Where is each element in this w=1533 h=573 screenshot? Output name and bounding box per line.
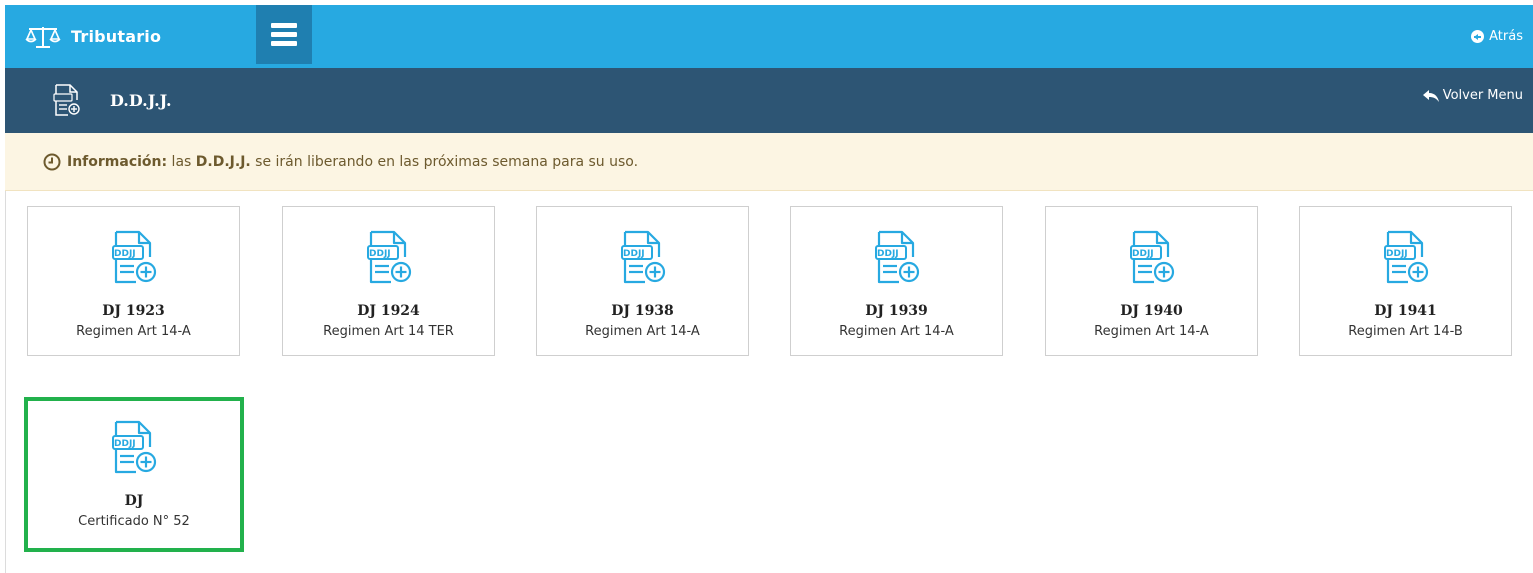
card-title: DJ	[124, 493, 144, 509]
card-subtitle: Certificado N° 52	[78, 514, 190, 529]
card-title: DJ 1938	[611, 303, 674, 319]
ddjj-document-icon	[53, 84, 80, 116]
ddjj-card-1941[interactable]: DDJJ DJ 1941 Regimen Art 14-B	[1299, 206, 1512, 356]
alert-highlight: D.D.J.J.	[195, 153, 251, 170]
ddjj-add-document-icon: DDJJ	[361, 229, 417, 285]
card-subtitle: Regimen Art 14-A	[585, 324, 700, 339]
return-menu-label: Volver Menu	[1442, 88, 1523, 103]
ddjj-card-1924[interactable]: DDJJ DJ 1924 Regimen Art 14 TER	[282, 206, 495, 356]
hamburger-icon	[271, 19, 297, 50]
ddjj-add-document-icon: DDJJ	[1124, 229, 1180, 285]
back-label: Atrás	[1489, 29, 1523, 44]
alert-label: Información:	[67, 153, 168, 170]
alert-text-after: se irán liberando en las próximas semana…	[250, 153, 639, 170]
page-title: D.D.J.J.	[110, 91, 172, 110]
info-alert: Información: las D.D.J.J. se irán libera…	[5, 133, 1533, 191]
card-subtitle: Regimen Art 14-B	[1348, 324, 1463, 339]
app-title: Tributario	[71, 27, 162, 46]
arrow-left-circle-icon	[1471, 30, 1485, 43]
svg-text:DDJJ: DDJJ	[877, 249, 899, 259]
alert-message: Información: las D.D.J.J. se irán libera…	[67, 154, 638, 170]
svg-text:DDJJ: DDJJ	[1386, 249, 1408, 259]
top-navbar: Tributario Atrás	[5, 5, 1533, 68]
scales-icon	[25, 26, 61, 48]
card-subtitle: Regimen Art 14-A	[76, 324, 191, 339]
content-left-border	[5, 191, 6, 573]
ddjj-card-1939[interactable]: DDJJ DJ 1939 Regimen Art 14-A	[790, 206, 1003, 356]
card-title: DJ 1940	[1120, 303, 1183, 319]
card-title: DJ 1923	[102, 303, 165, 319]
ddjj-add-document-icon: DDJJ	[106, 419, 162, 475]
ddjj-add-document-icon: DDJJ	[106, 229, 162, 285]
ddjj-add-document-icon: DDJJ	[615, 229, 671, 285]
ddjj-add-document-icon: DDJJ	[869, 229, 925, 285]
svg-text:DDJJ: DDJJ	[114, 249, 136, 259]
ddjj-add-document-icon: DDJJ	[1378, 229, 1434, 285]
ddjj-card-1938[interactable]: DDJJ DJ 1938 Regimen Art 14-A	[536, 206, 749, 356]
clock-icon	[43, 153, 61, 170]
reply-arrow-icon	[1422, 89, 1439, 102]
return-menu-button[interactable]: Volver Menu	[1422, 88, 1523, 103]
card-title: DJ 1941	[1374, 303, 1437, 319]
ddjj-card-1940[interactable]: DDJJ DJ 1940 Regimen Art 14-A	[1045, 206, 1258, 356]
ddjj-card-1923[interactable]: DDJJ DJ 1923 Regimen Art 14-A	[27, 206, 240, 356]
svg-text:DDJJ: DDJJ	[114, 439, 136, 449]
ddjj-card-certificado-52[interactable]: DDJJ DJ Certificado N° 52	[24, 397, 244, 552]
svg-text:DDJJ: DDJJ	[369, 249, 391, 259]
card-title: DJ 1924	[357, 303, 420, 319]
alert-text-before: las	[167, 153, 196, 170]
back-button[interactable]: Atrás	[1471, 5, 1523, 68]
menu-toggle-button[interactable]	[256, 5, 312, 64]
card-subtitle: Regimen Art 14 TER	[323, 324, 454, 339]
section-header: D.D.J.J. Volver Menu	[5, 68, 1533, 133]
svg-text:DDJJ: DDJJ	[1132, 249, 1154, 259]
card-title: DJ 1939	[865, 303, 928, 319]
svg-text:DDJJ: DDJJ	[623, 249, 645, 259]
brand[interactable]: Tributario	[25, 5, 161, 68]
card-subtitle: Regimen Art 14-A	[1094, 324, 1209, 339]
card-subtitle: Regimen Art 14-A	[839, 324, 954, 339]
